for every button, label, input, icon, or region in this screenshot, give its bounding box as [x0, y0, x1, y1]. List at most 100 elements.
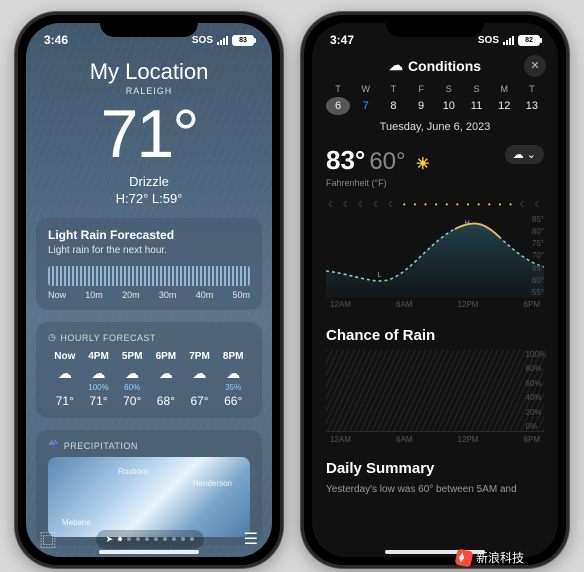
- hourly-time: 5PM: [115, 351, 149, 362]
- hourly-item[interactable]: 5PM☁60%70°: [115, 351, 149, 408]
- tick: 12PM: [458, 435, 479, 444]
- day-number: 12: [492, 97, 516, 115]
- forecast-headline: Light Rain Forecasted: [48, 228, 250, 242]
- minute-rain-bar: [48, 266, 250, 286]
- list-icon[interactable]: ☰: [244, 529, 258, 549]
- cloud-icon: ☁: [389, 57, 403, 74]
- close-button[interactable]: ✕: [524, 55, 546, 77]
- hourly-deg: 70°: [115, 394, 149, 408]
- sun-icon: •: [477, 200, 480, 209]
- tick: 6AM: [396, 435, 412, 444]
- forecast-sub: Light rain for the next hour.: [48, 245, 250, 256]
- hourly-item[interactable]: Now☁71°: [48, 351, 82, 408]
- day-temps: 83° 60° ☀: [326, 145, 430, 176]
- day-number: 13: [520, 97, 544, 115]
- day-initial: M: [492, 84, 516, 94]
- wifi-icon: [503, 36, 514, 45]
- hourly-item[interactable]: 4PM☁100%71°: [82, 351, 116, 408]
- hourly-pct: 60%: [115, 383, 149, 392]
- hourly-time: 4PM: [82, 351, 116, 362]
- notch: [100, 15, 198, 37]
- day-column[interactable]: M 12: [492, 84, 516, 115]
- tick: 60°: [532, 276, 544, 285]
- day-number: 10: [437, 97, 461, 115]
- hourly-pct: [149, 383, 183, 392]
- location-title: My Location: [26, 59, 272, 85]
- hourly-item[interactable]: 6PM☁68°: [149, 351, 183, 408]
- chance-of-rain-title: Chance of Rain: [326, 327, 544, 344]
- map-place: Mebane: [62, 518, 91, 527]
- map-icon[interactable]: ⿴: [40, 527, 56, 551]
- current-condition: Drizzle: [26, 174, 272, 189]
- watermark: 新浪科技: [456, 549, 524, 566]
- cloud-icon: ☁: [513, 148, 524, 161]
- hourly-item[interactable]: 7PM☁67°: [183, 351, 217, 408]
- day-column[interactable]: S10: [437, 84, 461, 115]
- day-column[interactable]: W7: [354, 84, 378, 115]
- status-time: 3:47: [330, 33, 354, 47]
- location-subtitle: RALEIGH: [26, 86, 272, 96]
- conditions-block: 83° 60° ☀ Fahrenheit (°F) ☁ ⌄ ☾☾☾☾☾•••••…: [312, 133, 558, 313]
- day-number: 8: [381, 97, 405, 115]
- map-place: Roxboro: [118, 467, 148, 476]
- location-header: My Location RALEIGH 71° Drizzle H:72° L:…: [26, 59, 272, 206]
- moon-icon: ☾: [520, 200, 527, 209]
- hourly-time: Now: [48, 351, 82, 362]
- cloud-icon: ☁: [216, 365, 250, 382]
- day-column[interactable]: F9: [409, 84, 433, 115]
- sun-icon: ☀: [416, 154, 430, 174]
- condition-pill[interactable]: ☁ ⌄: [505, 145, 544, 164]
- rain-time: Now: [48, 290, 66, 300]
- day-column[interactable]: S11: [465, 84, 489, 115]
- tick: 70°: [532, 251, 544, 260]
- minute-rain-times: Now 10m 20m 30m 40m 50m: [48, 290, 250, 300]
- weather-screen[interactable]: 3:46 SOS 83 My Location RALEIGH 71° Driz…: [26, 23, 272, 557]
- tick: 6AM: [396, 300, 412, 309]
- hourly-deg: 68°: [149, 394, 183, 408]
- hourly-time: 6PM: [149, 351, 183, 362]
- weibo-icon: [454, 548, 473, 567]
- temperature-chart[interactable]: H L 85°80°75°70°65°60°55°: [326, 215, 544, 297]
- sun-icon: •: [424, 200, 427, 209]
- rain-time: 30m: [159, 290, 177, 300]
- tick: 80°: [532, 227, 544, 236]
- chance-of-rain-chart[interactable]: 100%80%60%40%20%0%: [326, 350, 544, 432]
- temp-x-times: 12AM6AM12PM6PM: [326, 300, 544, 309]
- conditions-title: Conditions: [408, 58, 481, 74]
- sun-icon: •: [467, 200, 470, 209]
- hourly-pct: [48, 383, 82, 392]
- forecast-card[interactable]: Light Rain Forecasted Light rain for the…: [36, 218, 262, 310]
- rain-time: 10m: [85, 290, 103, 300]
- tick: 75°: [532, 239, 544, 248]
- hourly-pct: 100%: [82, 383, 116, 392]
- bottom-bar: ⿴ ➤ ☰: [26, 527, 272, 551]
- close-icon: ✕: [530, 59, 539, 72]
- day-low: 60°: [369, 148, 405, 176]
- tick: 6PM: [524, 300, 540, 309]
- hourly-row[interactable]: Now☁71°4PM☁100%71°5PM☁60%70°6PM☁68°7PM☁6…: [48, 351, 250, 408]
- rain-time: 40m: [196, 290, 214, 300]
- tick: 20%: [526, 408, 546, 417]
- day-column[interactable]: T8: [381, 84, 405, 115]
- chevron-down-icon: ⌄: [527, 148, 536, 161]
- precip-map[interactable]: Roxboro Henderson Mebane: [48, 457, 250, 537]
- hourly-card[interactable]: ◷ HOURLY FORECAST Now☁71°4PM☁100%71°5PM☁…: [36, 322, 262, 418]
- sun-icon: •: [445, 200, 448, 209]
- moon-icon: ☾: [388, 200, 395, 209]
- day-initial: T: [381, 84, 405, 94]
- sun-icon: •: [435, 200, 438, 209]
- phone-left: 3:46 SOS 83 My Location RALEIGH 71° Driz…: [15, 12, 283, 568]
- hourly-item[interactable]: 8PM☁35%66°: [216, 351, 250, 408]
- daily-summary-title: Daily Summary: [326, 460, 544, 477]
- hourly-time: 7PM: [183, 351, 217, 362]
- week-row[interactable]: T6W7T8F9S10S11M12T13: [312, 80, 558, 117]
- day-number: 6: [326, 97, 350, 115]
- day-column[interactable]: T13: [520, 84, 544, 115]
- page-dots[interactable]: ➤: [96, 530, 205, 549]
- moon-icon: ☾: [358, 200, 365, 209]
- tick: 12AM: [330, 435, 351, 444]
- cloud-icon: ☁: [48, 365, 82, 382]
- day-column[interactable]: T6: [326, 84, 350, 115]
- conditions-screen[interactable]: 3:47 SOS 82 ☁ Conditions ✕ T6W7T8F9S10S1…: [312, 23, 558, 557]
- day-high: 83°: [326, 145, 365, 176]
